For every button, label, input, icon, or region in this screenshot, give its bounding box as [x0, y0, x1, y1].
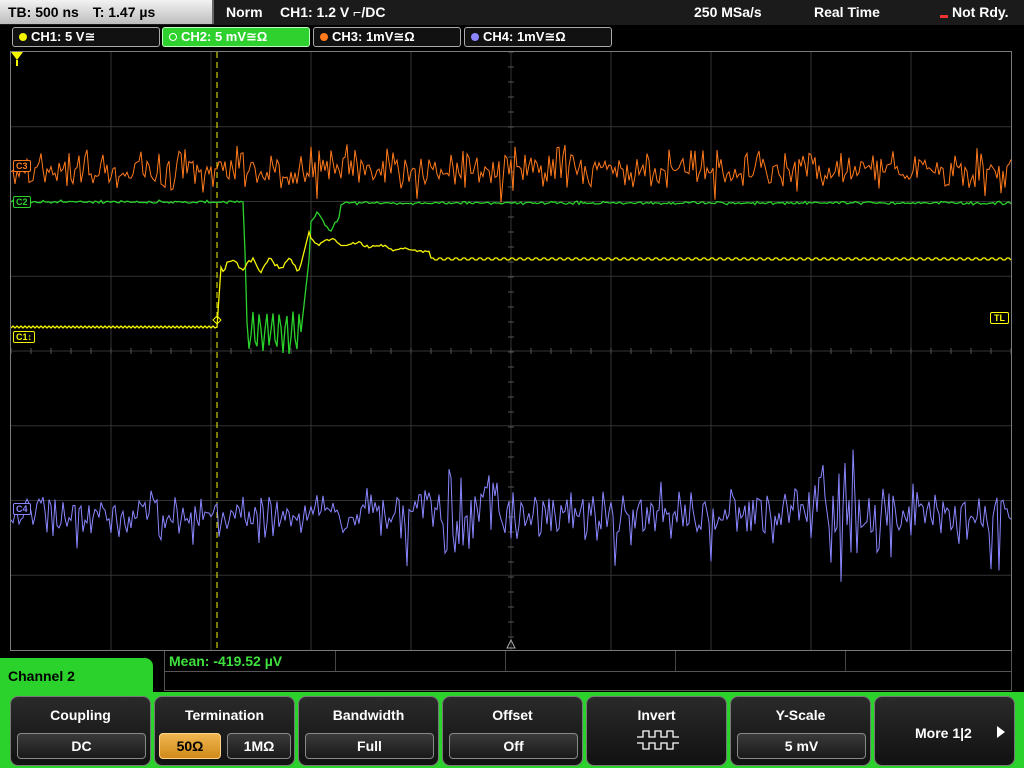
ready-state: Not Rdy.	[952, 4, 1009, 20]
measurement-bar: Mean: -419.52 µV	[164, 651, 1012, 691]
ch1-color-dot	[19, 33, 27, 41]
tab-ch1[interactable]: CH1: 5 V≅	[12, 27, 160, 47]
bandwidth-softkey[interactable]: Bandwidth Full	[298, 696, 439, 766]
invert-softkey[interactable]: Invert	[586, 696, 727, 766]
timebase-value: TB: 500 ns	[8, 4, 79, 20]
yscale-softkey[interactable]: Y-Scale 5 mV	[730, 696, 871, 766]
meas-divider	[505, 651, 506, 671]
ch2-level-marker[interactable]: C2	[13, 196, 31, 208]
tab-ch4[interactable]: CH4: 1mV≅Ω	[464, 27, 612, 47]
ch3-color-dot	[320, 33, 328, 41]
invert-title: Invert	[637, 707, 676, 723]
tab-ch3[interactable]: CH3: 1mV≅Ω	[313, 27, 461, 47]
ch2-label: CH2: 5 mV≅Ω	[181, 29, 268, 44]
more-softkey[interactable]: More 1|2	[874, 696, 1015, 766]
channel-tabs: CH1: 5 V≅ CH2: 5 mV≅Ω CH3: 1mV≅Ω CH4: 1m…	[0, 25, 1024, 49]
offset-title: Offset	[492, 707, 533, 723]
ch2-color-dot	[169, 33, 177, 41]
ch3-level-marker[interactable]: C3	[13, 160, 31, 172]
offset-value[interactable]: Off	[449, 733, 578, 759]
termination-title: Termination	[184, 707, 265, 723]
not-ready-indicator	[940, 15, 948, 18]
termination-softkey[interactable]: Termination 50Ω 1MΩ	[154, 696, 295, 766]
softkey-menu: Coupling DC Termination 50Ω 1MΩ Bandwidt…	[0, 692, 1024, 768]
ch1-label: CH1: 5 V≅	[31, 29, 96, 44]
ch3-label: CH3: 1mV≅Ω	[332, 29, 415, 44]
status-bar: TB: 500 ns T: 1.47 µs Norm CH1: 1.2 V ⌐/…	[0, 0, 1024, 25]
meas-separator	[165, 671, 1011, 672]
triangle-right-icon	[997, 726, 1005, 738]
acquisition-mode[interactable]: Real Time	[814, 0, 880, 24]
more-label: More 1|2	[915, 725, 972, 741]
yscale-value[interactable]: 5 mV	[737, 733, 866, 759]
tab-ch2[interactable]: CH2: 5 mV≅Ω	[162, 27, 310, 47]
meas-divider	[335, 651, 336, 671]
termination-1mohm-option[interactable]: 1MΩ	[227, 733, 291, 759]
coupling-title: Coupling	[50, 707, 111, 723]
sample-rate: 250 MSa/s	[694, 4, 762, 20]
ch4-level-marker[interactable]: C4	[13, 503, 31, 515]
termination-50ohm-option[interactable]: 50Ω	[159, 733, 221, 759]
offset-softkey[interactable]: Offset Off	[442, 696, 583, 766]
trigger-level-marker[interactable]: TL	[990, 312, 1009, 324]
timebase-box[interactable]: TB: 500 ns T: 1.47 µs	[0, 0, 214, 24]
meas-divider	[845, 651, 846, 671]
waveform-display[interactable]: C3 C2 C1↕ C4 TL	[10, 51, 1012, 651]
bandwidth-title: Bandwidth	[332, 707, 405, 723]
bandwidth-value[interactable]: Full	[305, 733, 434, 759]
waveform-canvas	[11, 52, 1011, 650]
ch4-label: CH4: 1mV≅Ω	[483, 29, 566, 44]
coupling-softkey[interactable]: Coupling DC	[10, 696, 151, 766]
invert-wave-icon	[637, 730, 679, 750]
ch4-color-dot	[471, 33, 479, 41]
mean-measurement[interactable]: Mean: -419.52 µV	[169, 653, 282, 669]
ch1-level-marker[interactable]: C1↕	[13, 331, 36, 343]
trigger-position-marker-icon[interactable]	[11, 52, 23, 66]
trigger-time-value: T: 1.47 µs	[92, 4, 156, 20]
trigger-mode[interactable]: Norm	[226, 0, 263, 24]
coupling-value[interactable]: DC	[17, 733, 146, 759]
trigger-source[interactable]: CH1: 1.2 V ⌐/DC	[280, 0, 385, 24]
meas-divider	[675, 651, 676, 671]
yscale-title: Y-Scale	[775, 707, 826, 723]
